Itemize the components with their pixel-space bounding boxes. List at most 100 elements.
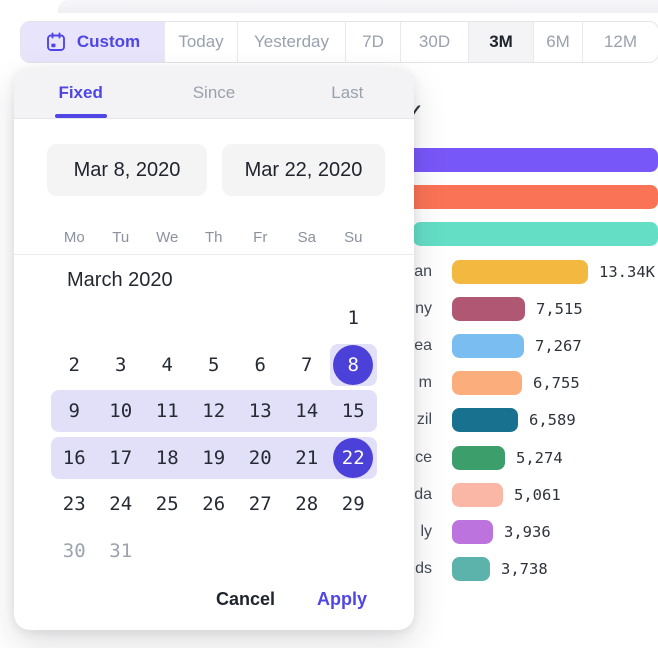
weekday-th: Th [191,226,238,250]
calendar-week-row: 9101112131415 [51,390,377,432]
empty-day-cell [284,297,331,339]
day-cell-14[interactable]: 14 [284,390,331,432]
preset-yesterday[interactable]: Yesterday [238,22,346,62]
calendar-icon [45,31,67,53]
tab-fixed[interactable]: Fixed [14,68,147,118]
day-cell-5[interactable]: 5 [191,344,238,386]
day-cell-8[interactable]: 8 [330,344,377,386]
country-value: 7,267 [535,337,582,355]
country-bar[interactable] [398,148,658,172]
day-cell-10[interactable]: 10 [98,390,145,432]
country-value: 7,515 [536,300,583,318]
date-picker-popup: FixedSinceLast Mar 8, 2020 Mar 22, 2020 … [14,68,414,630]
day-cell-9[interactable]: 9 [51,390,98,432]
tab-since[interactable]: Since [147,68,280,118]
day-cell-20[interactable]: 20 [237,437,284,479]
day-cell-3[interactable]: 3 [98,344,145,386]
preset-3m[interactable]: 3M [469,22,534,62]
country-value: 6,755 [533,374,580,392]
tab-label: Since [193,83,236,103]
day-cell-13[interactable]: 13 [237,390,284,432]
day-cell-2[interactable]: 2 [51,344,98,386]
weekday-su: Su [330,226,377,250]
day-cell-11[interactable]: 11 [144,390,191,432]
day-cell-21[interactable]: 21 [284,437,331,479]
weekday-mo: Mo [51,226,98,250]
day-cell-18[interactable]: 18 [144,437,191,479]
tab-label: Last [331,83,363,103]
empty-day-cell [51,297,98,339]
day-cell-25[interactable]: 25 [144,483,191,525]
empty-day-cell [144,530,191,572]
day-cell-6[interactable]: 6 [237,344,284,386]
date-inputs-row: Mar 8, 2020 Mar 22, 2020 [14,119,414,196]
date-range-toolbar: Custom TodayYesterday7D30D3M6M12M [20,21,658,63]
day-cell-7[interactable]: 7 [284,344,331,386]
day-cell-31[interactable]: 31 [98,530,145,572]
calendar-grid: 1234567891011121314151617181920212223242… [51,297,414,572]
day-cell-19[interactable]: 19 [191,437,238,479]
preset-6m[interactable]: 6M [534,22,583,62]
apply-button[interactable]: Apply [317,589,367,610]
empty-day-cell [237,530,284,572]
country-value: 3,738 [501,560,548,578]
country-bar[interactable] [452,297,525,321]
preset-today[interactable]: Today [165,22,238,62]
day-cell-16[interactable]: 16 [51,437,98,479]
country-bar[interactable] [406,185,658,209]
day-cell-22[interactable]: 22 [330,437,377,479]
weekday-tu: Tu [98,226,145,250]
calendar-week-row: 16171819202122 [51,437,377,479]
empty-day-cell [191,530,238,572]
cancel-button[interactable]: Cancel [216,589,275,610]
country-bar[interactable] [452,520,493,544]
tab-last[interactable]: Last [281,68,414,118]
country-value: 3,936 [504,523,551,541]
day-cell-26[interactable]: 26 [191,483,238,525]
day-cell-29[interactable]: 29 [330,483,377,525]
custom-range-label: Custom [77,32,140,52]
empty-day-cell [98,297,145,339]
screen: esednaan13.34Kny7,515ea7,267m6,755zil6,5… [0,0,658,648]
empty-day-cell [330,530,377,572]
country-bar[interactable] [452,260,588,284]
day-cell-27[interactable]: 27 [237,483,284,525]
country-bar[interactable] [413,222,658,246]
day-cell-1[interactable]: 1 [330,297,377,339]
preset-7d[interactable]: 7D [346,22,401,62]
calendar-week-row: 1 [51,297,377,339]
country-value: 13.34K [599,263,655,281]
preset-12m[interactable]: 12M [583,22,658,62]
selected-day-circle: 8 [333,345,373,385]
calendar-week-row: 3031 [51,530,377,572]
custom-range-button[interactable]: Custom [21,22,165,62]
country-value: 6,589 [529,411,576,429]
day-cell-4[interactable]: 4 [144,344,191,386]
month-label: March 2020 [67,269,414,293]
end-date-input[interactable]: Mar 22, 2020 [222,144,385,196]
day-cell-15[interactable]: 15 [330,390,377,432]
country-bar[interactable] [452,371,522,395]
country-bar[interactable] [452,483,503,507]
day-cell-23[interactable]: 23 [51,483,98,525]
country-bar[interactable] [452,334,524,358]
popup-footer: Cancel Apply [216,589,367,610]
weekday-header-row: MoTuWeThFrSaSu [51,226,414,250]
start-date-input[interactable]: Mar 8, 2020 [47,144,207,196]
selected-day-circle: 22 [333,438,373,478]
active-tab-underline [55,114,107,118]
tab-label: Fixed [58,83,102,103]
country-value: 5,274 [516,449,563,467]
day-cell-28[interactable]: 28 [284,483,331,525]
preset-30d[interactable]: 30D [401,22,469,62]
country-bar[interactable] [452,408,518,432]
day-cell-24[interactable]: 24 [98,483,145,525]
country-bar[interactable] [452,446,505,470]
calendar-week-row: 23242526272829 [51,483,377,525]
empty-day-cell [237,297,284,339]
day-cell-30[interactable]: 30 [51,530,98,572]
calendar-week-row: 2345678 [51,344,377,386]
day-cell-12[interactable]: 12 [191,390,238,432]
day-cell-17[interactable]: 17 [98,437,145,479]
country-bar[interactable] [452,557,490,581]
